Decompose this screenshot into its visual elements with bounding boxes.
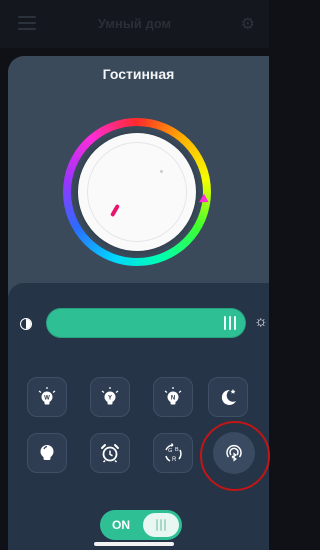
- svg-text:N: N: [171, 395, 175, 401]
- bulb-w-icon: W: [38, 387, 56, 405]
- bulb-y-icon: Y: [101, 387, 119, 405]
- bulb-n-icon: N: [164, 387, 182, 405]
- mode-yellow-button[interactable]: Y: [90, 377, 130, 417]
- rgb-cycle-button[interactable]: G B R: [153, 433, 193, 473]
- lamp-button[interactable]: [27, 433, 67, 473]
- alarm-button[interactable]: [90, 433, 130, 473]
- bluetooth-audio-icon: [226, 444, 242, 462]
- power-toggle[interactable]: ON: [100, 510, 182, 540]
- controls-panel: ☼ W Y N G B R ON: [8, 283, 270, 550]
- moon-stars-icon: [221, 389, 236, 405]
- app-title: Умный дом: [97, 16, 172, 31]
- alarm-clock-icon: [101, 444, 119, 463]
- svg-text:W: W: [44, 395, 50, 401]
- lamp-icon: [40, 445, 54, 460]
- rgb-cycle-icon: G B R: [165, 443, 182, 463]
- brightness-low-icon: [20, 318, 32, 330]
- toggle-knob[interactable]: [143, 513, 179, 537]
- knob-dot: [160, 170, 163, 173]
- svg-text:G: G: [168, 448, 172, 454]
- svg-text:Y: Y: [108, 395, 112, 401]
- svg-text:B: B: [175, 447, 179, 453]
- slider-grip-icon[interactable]: [224, 316, 236, 330]
- room-title: Гостинная: [102, 66, 175, 82]
- color-wheel-knob[interactable]: [78, 133, 196, 251]
- brightness-slider[interactable]: [46, 308, 246, 338]
- mode-neutral-button[interactable]: N: [153, 377, 193, 417]
- settings-icon[interactable]: ⚙: [241, 14, 255, 34]
- app-header: Умный дом ⚙: [0, 0, 269, 48]
- power-label: ON: [112, 518, 130, 532]
- brightness-high-icon: ☼: [254, 313, 268, 330]
- svg-text:R: R: [172, 457, 177, 463]
- color-wheel[interactable]: [63, 118, 211, 266]
- night-mode-button[interactable]: [208, 377, 248, 417]
- bluetooth-audio-button[interactable]: [213, 432, 255, 474]
- home-indicator[interactable]: [94, 542, 174, 546]
- mode-warm-white-button[interactable]: W: [27, 377, 67, 417]
